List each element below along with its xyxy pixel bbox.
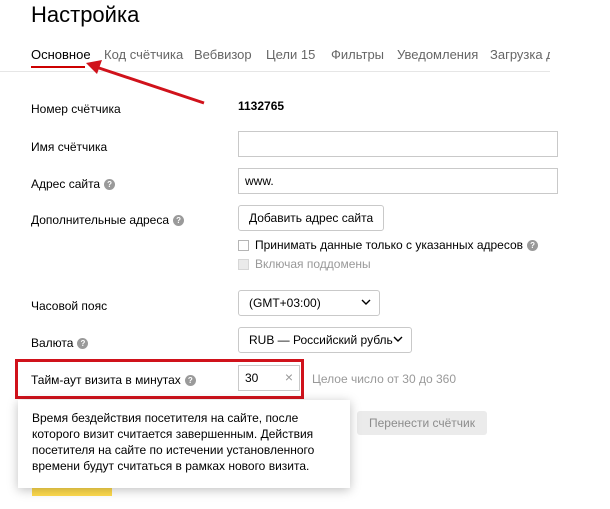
site-address-label-text: Адрес сайта (31, 177, 101, 191)
timezone-value: (GMT+03:00) (249, 296, 321, 310)
active-tab-indicator (31, 66, 85, 68)
counter-name-label: Имя счётчика (31, 140, 108, 154)
include-subdomains-row: Включая поддомены (238, 257, 371, 271)
accept-only-checkbox[interactable] (238, 240, 249, 252)
currency-label-text: Валюта (31, 336, 74, 350)
accept-only-row: Принимать данные только с указанных адре… (238, 238, 539, 252)
help-icon[interactable]: ? (173, 215, 185, 227)
currency-label: Валюта? (31, 336, 89, 350)
timezone-select[interactable]: (GMT+03:00) (238, 290, 380, 316)
tab-goals[interactable]: Цели 15 (266, 47, 315, 62)
help-icon[interactable]: ? (77, 338, 89, 350)
timeout-tooltip: Время бездействия посетителя на сайте, п… (18, 400, 350, 488)
tab-notifications[interactable]: Уведомления (397, 47, 478, 62)
timezone-label: Часовой пояс (31, 299, 108, 313)
help-icon[interactable]: ? (104, 179, 116, 191)
tab-upload[interactable]: Загрузка д (490, 47, 550, 62)
extra-addresses-label-text: Дополнительные адреса (31, 213, 170, 227)
page-title: Настройка (31, 2, 140, 27)
accept-only-label: Принимать данные только с указанных адре… (255, 238, 524, 252)
annotation-highlight-box (15, 359, 304, 399)
extra-addresses-label: Дополнительные адреса? (31, 213, 185, 227)
tab-filters[interactable]: Фильтры (331, 47, 384, 62)
site-address-label: Адрес сайта? (31, 177, 116, 191)
help-icon[interactable]: ? (527, 240, 539, 252)
include-subdomains-checkbox (238, 259, 249, 271)
add-site-address-button[interactable]: Добавить адрес сайта (238, 205, 385, 231)
counter-name-input[interactable] (238, 131, 558, 157)
currency-value: RUB — Российский рубль (249, 333, 393, 347)
timeout-hint: Целое число от 30 до 360 (312, 372, 457, 386)
site-address-input[interactable] (238, 168, 558, 194)
counter-number-value: 1132765 (238, 99, 285, 113)
move-counter-button[interactable]: Перенести счётчик (357, 411, 487, 435)
counter-number-label: Номер счётчика (31, 102, 121, 116)
chevron-down-icon (361, 299, 371, 305)
include-subdomains-label: Включая поддомены (255, 257, 371, 271)
chevron-down-icon (393, 334, 403, 344)
currency-select[interactable]: RUB — Российский рубль (238, 327, 412, 353)
